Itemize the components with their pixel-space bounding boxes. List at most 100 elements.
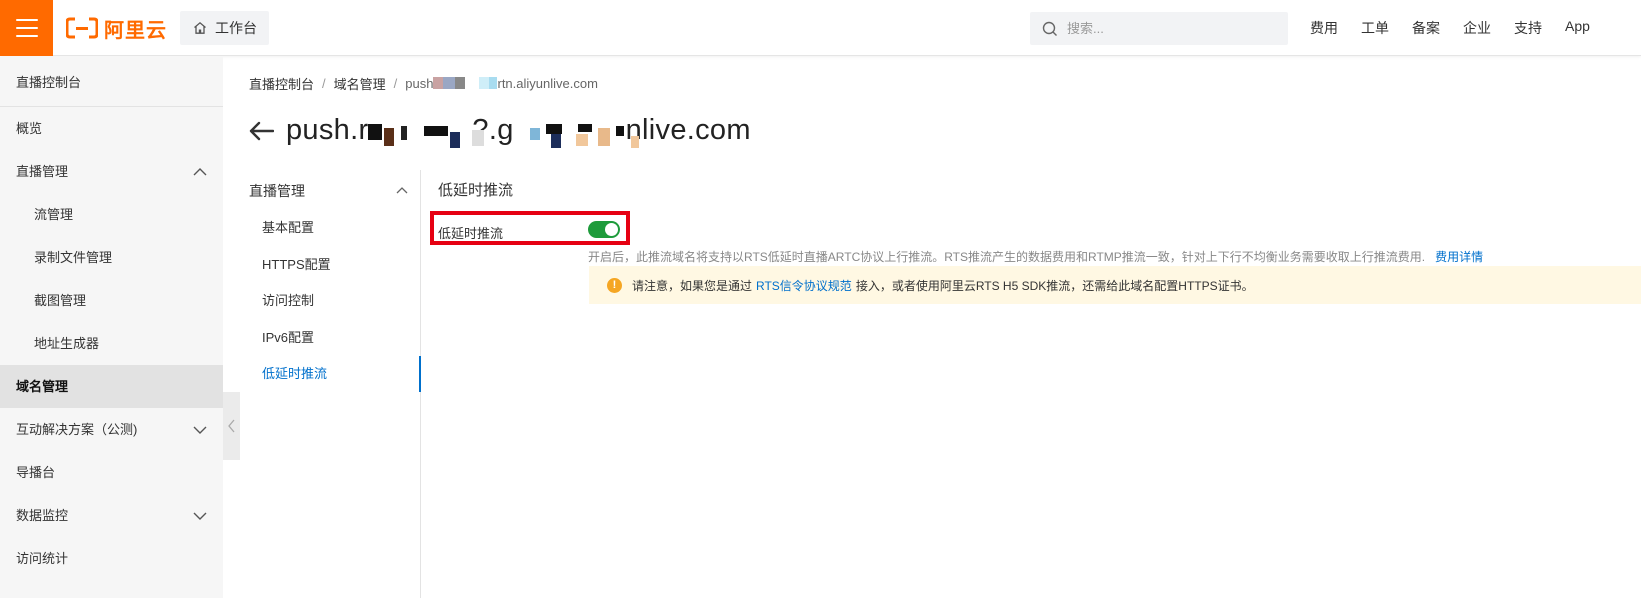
sidebar-item-label: 互动解决方案（公测) — [16, 422, 138, 437]
subnav-item-label: 低延时推流 — [262, 366, 328, 381]
top-link-tickets[interactable]: 工单 — [1361, 18, 1389, 38]
redaction-mark — [433, 77, 444, 89]
search-input[interactable] — [1067, 21, 1267, 36]
fee-details-link[interactable]: 费用详情 — [1435, 250, 1483, 264]
breadcrumb-domain-suffix: rtn.aliyunlive.com — [497, 76, 598, 91]
page-title: push.r ?.g nlive.com — [248, 114, 751, 148]
top-link-support[interactable]: 支持 — [1514, 18, 1542, 38]
sidebar-item-url-generator[interactable]: 地址生成器 — [0, 322, 223, 365]
subnav-item-label: 基本配置 — [262, 220, 315, 235]
domain-title-suffix: nlive.com — [625, 114, 751, 146]
redaction-mark — [368, 124, 382, 140]
redaction-mark — [598, 128, 610, 146]
warning-icon: ! — [607, 277, 622, 293]
subnav-group-live-management[interactable]: 直播管理 — [241, 170, 420, 210]
subnav-item-low-latency-push[interactable]: 低延时推流 — [241, 356, 421, 393]
chevron-down-icon — [193, 408, 207, 451]
low-latency-switch[interactable] — [588, 221, 620, 238]
rts-protocol-link[interactable]: RTS信令协议规范 — [756, 277, 852, 294]
toggle-label: 低延时推流 — [438, 226, 504, 241]
domain-title-prefix: push.r — [286, 114, 369, 146]
sidebar-item-recording-files[interactable]: 录制文件管理 — [0, 236, 223, 279]
redaction-mark — [551, 134, 561, 148]
subnav-item-access-control[interactable]: 访问控制 — [241, 283, 420, 320]
subnav-group-label: 直播管理 — [249, 183, 305, 199]
redaction-mark — [631, 136, 639, 148]
sidebar-item-snapshots[interactable]: 截图管理 — [0, 279, 223, 322]
top-bar: 阿里云 工作台 费用 工单 备案 企业 支持 App — [0, 0, 1641, 56]
workbench-label: 工作台 — [215, 20, 257, 36]
sidebar-item-interactive-solutions[interactable]: 互动解决方案（公测) — [0, 408, 223, 451]
sidebar-item-live-management[interactable]: 直播管理 — [0, 150, 223, 193]
breadcrumb-live-console[interactable]: 直播控制台 — [249, 74, 314, 93]
logo-text: 阿里云 — [104, 19, 167, 42]
search-icon — [1042, 21, 1057, 36]
sidebar-item-label: 数据监控 — [16, 508, 69, 523]
top-link-fees[interactable]: 费用 — [1310, 18, 1338, 38]
description-text: 开启后，此推流域名将支持以RTS低延时直播ARTC协议上行推流。RTS推流产生的… — [588, 250, 1426, 264]
menu-icon[interactable] — [0, 0, 53, 56]
https-notice: ! 请注意，如果您是通过 RTS信令协议规范 接入，或者使用阿里云RTS H5 … — [589, 266, 1641, 304]
sidebar: 直播控制台 概览 直播管理 流管理 录制文件管理 截图管理 地址生成器 域名管理… — [0, 57, 223, 598]
sidebar-item-data-monitoring[interactable]: 数据监控 — [0, 494, 223, 537]
chevron-up-icon — [193, 150, 207, 193]
top-link-icp[interactable]: 备案 — [1412, 18, 1440, 38]
notice-suffix: 接入，或者使用阿里云RTS H5 SDK推流，还需给此域名配置HTTPS证书。 — [855, 278, 1254, 293]
breadcrumb: 直播控制台 / 域名管理 / push rtn.aliyunlive.com — [249, 74, 598, 93]
redaction-mark — [472, 130, 484, 146]
sidebar-item-label: 地址生成器 — [34, 336, 100, 351]
notice-prefix: 请注意，如果您是通过 — [632, 278, 753, 293]
sidebar-item-label: 概览 — [16, 121, 43, 136]
sidebar-item-domain-management[interactable]: 域名管理 — [0, 365, 223, 408]
secondary-nav: 直播管理 基本配置 HTTPS配置 访问控制 IPv6配置 低延时推流 — [241, 170, 421, 598]
top-links: 费用 工单 备案 企业 支持 App — [1310, 18, 1590, 38]
subnav-item-basic-config[interactable]: 基本配置 — [241, 210, 420, 247]
search-box[interactable] — [1030, 12, 1288, 45]
workbench-button[interactable]: 工作台 — [180, 11, 269, 45]
redaction-mark — [455, 77, 466, 89]
subnav-item-ipv6-config[interactable]: IPv6配置 — [241, 320, 420, 357]
sidebar-item-stream-management[interactable]: 流管理 — [0, 193, 223, 236]
domain-title: push.r ?.g nlive.com — [286, 114, 751, 148]
sidebar-item-label: 录制文件管理 — [34, 250, 113, 265]
breadcrumb-separator: / — [393, 76, 398, 91]
redaction-mark — [578, 124, 592, 132]
subnav-item-https-config[interactable]: HTTPS配置 — [241, 247, 420, 284]
low-latency-toggle-row: 低延时推流 — [430, 211, 630, 245]
chevron-up-icon — [396, 170, 408, 210]
sidebar-item-access-stats[interactable]: 访问统计 — [0, 537, 223, 580]
sidebar-title[interactable]: 直播控制台 — [0, 57, 223, 107]
breadcrumb-current-domain: push rtn.aliyunlive.com — [405, 76, 598, 91]
sidebar-item-label: 访问统计 — [16, 551, 69, 566]
home-icon — [194, 21, 206, 34]
redaction-mark — [546, 124, 562, 134]
top-link-app[interactable]: App — [1565, 18, 1590, 38]
chevron-down-icon — [193, 494, 207, 537]
redaction-mark — [530, 128, 540, 140]
breadcrumb-domain-prefix: push — [405, 76, 434, 91]
breadcrumb-separator: / — [322, 76, 326, 91]
redaction-mark — [384, 128, 394, 146]
aliyun-logo[interactable]: 阿里云 — [66, 15, 167, 42]
section-title: 低延时推流 — [438, 182, 514, 199]
chevron-left-icon — [228, 419, 235, 433]
sidebar-item-director[interactable]: 导播台 — [0, 451, 223, 494]
subnav-item-label: HTTPS配置 — [262, 256, 331, 272]
aliyun-logo-icon — [66, 17, 98, 39]
breadcrumb-domain-management[interactable]: 域名管理 — [334, 74, 386, 93]
sidebar-item-label: 截图管理 — [34, 293, 87, 308]
redaction-mark — [401, 126, 407, 140]
subnav-item-label: 访问控制 — [262, 293, 315, 308]
subnav-item-label: IPv6配置 — [262, 329, 315, 345]
sidebar-item-overview[interactable]: 概览 — [0, 107, 223, 150]
back-arrow-icon[interactable] — [248, 121, 274, 141]
sidebar-item-label: 域名管理 — [16, 379, 69, 394]
sidebar-item-label: 导播台 — [16, 465, 56, 480]
sidebar-item-label: 直播管理 — [16, 164, 69, 179]
redaction-mark — [424, 126, 448, 136]
redaction-mark — [450, 132, 460, 148]
top-link-enterprise[interactable]: 企业 — [1463, 18, 1491, 38]
feature-description: 开启后，此推流域名将支持以RTS低延时直播ARTC协议上行推流。RTS推流产生的… — [588, 248, 1483, 265]
redaction-mark — [479, 77, 490, 89]
sidebar-collapse-handle[interactable] — [223, 392, 240, 460]
